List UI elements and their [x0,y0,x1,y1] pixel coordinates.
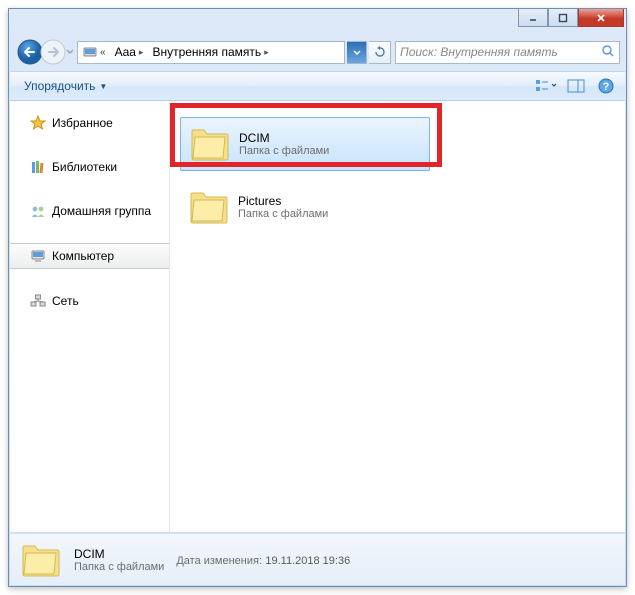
sidebar-label: Компьютер [52,249,114,263]
sidebar-item-homegroup[interactable]: Домашняя группа [10,199,169,223]
folder-subtitle: Папка с файлами [238,208,328,220]
sidebar-label: Избранное [52,116,113,130]
svg-text:?: ? [603,81,610,93]
search-placeholder: Поиск: Внутренняя память [400,45,558,59]
folder-icon [20,540,62,580]
details-name: DCIM [74,547,164,561]
star-icon [30,115,46,131]
help-button[interactable]: ? [595,76,617,96]
refresh-icon [374,46,386,58]
preview-pane-button[interactable] [565,76,587,96]
folder-item-pictures[interactable]: Pictures Папка с файлами [180,181,430,233]
details-modified-label: Дата изменения: [176,555,262,567]
toolbar: Упорядочить ▼ ? [10,71,625,101]
window-controls [518,9,624,27]
breadcrumb-label: Внутренняя память [152,45,261,59]
chevron-down-icon: ▼ [99,82,107,91]
minimize-button[interactable] [518,9,548,27]
sidebar-item-favorites[interactable]: Избранное [10,111,169,135]
sidebar-item-computer[interactable]: Компьютер [10,243,169,269]
nav-buttons [15,37,75,67]
breadcrumb-item[interactable]: Aaa ▸ [111,42,149,63]
chevron-right-icon: ▸ [264,47,269,58]
folder-content[interactable]: DCIM Папка с файлами Pictures Папка с фа… [170,101,625,532]
sidebar-label: Домашняя группа [52,204,151,218]
refresh-button[interactable] [369,41,391,64]
organize-button[interactable]: Упорядочить ▼ [18,77,113,95]
sidebar-label: Сеть [52,294,79,308]
organize-label: Упорядочить [24,79,95,93]
breadcrumb-item[interactable]: Внутренняя память ▸ [148,42,273,63]
details-pane: DCIM Папка с файлами Дата изменения: 19.… [10,533,625,585]
view-options-button[interactable] [535,76,557,96]
breadcrumb-root[interactable]: « [78,42,111,63]
details-subtitle: Папка с файлами [74,561,164,573]
chevron-right-icon: ▸ [139,47,144,58]
libraries-icon [30,159,46,175]
toolbar-right: ? [535,76,617,96]
folder-name: Pictures [238,194,328,208]
homegroup-icon [30,203,46,219]
device-icon [82,45,98,59]
search-input[interactable]: Поиск: Внутренняя память [395,41,620,64]
client-area: Избранное Библиотеки Домашняя группа Ком… [10,101,625,532]
folder-subtitle: Папка с файлами [239,145,329,157]
network-icon [30,293,46,309]
titlebar[interactable] [9,9,626,37]
computer-icon [30,248,46,264]
navigation-sidebar: Избранное Библиотеки Домашняя группа Ком… [10,101,170,532]
sidebar-label: Библиотеки [52,160,117,174]
sidebar-item-libraries[interactable]: Библиотеки [10,155,169,179]
breadcrumb-label: Aaa [115,45,136,59]
folder-item-dcim[interactable]: DCIM Папка с файлами [180,117,430,171]
folder-icon [188,187,230,227]
navigation-row: « Aaa ▸ Внутренняя память ▸ Поиск: Внутр… [15,37,620,67]
folder-icon [189,124,231,164]
address-dropdown-button[interactable] [347,41,367,64]
sidebar-item-network[interactable]: Сеть [10,289,169,313]
chevron-double-icon: « [100,47,104,58]
address-bar[interactable]: « Aaa ▸ Внутренняя память ▸ [77,41,345,64]
search-icon [601,44,615,61]
close-button[interactable] [578,9,624,27]
folder-name: DCIM [239,131,329,145]
maximize-button[interactable] [548,9,578,27]
explorer-window: « Aaa ▸ Внутренняя память ▸ Поиск: Внутр… [8,8,627,587]
details-modified-value: 19.11.2018 19:36 [265,555,350,567]
